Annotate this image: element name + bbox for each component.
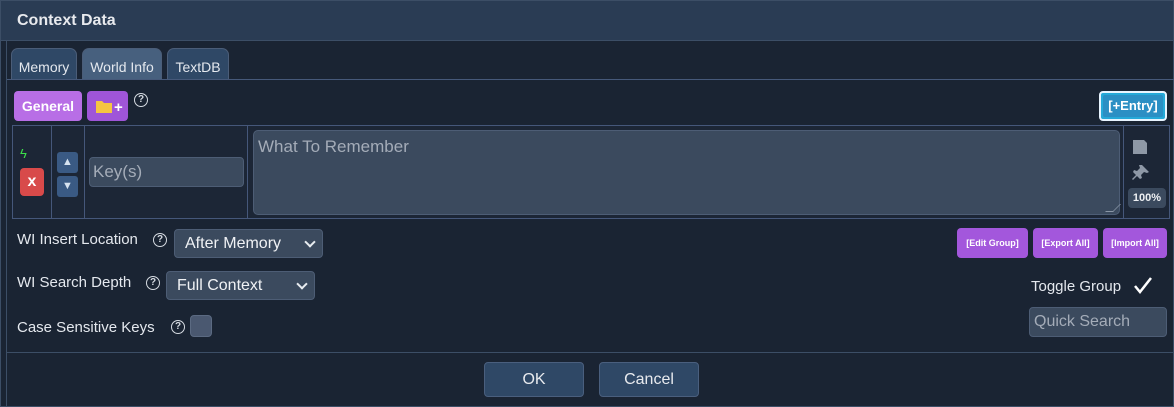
world-info-entry: ϟ x ▲ ▼ Key(s) What To Remember 100%: [12, 125, 1170, 219]
probability-badge[interactable]: 100%: [1128, 188, 1166, 208]
quick-search-input[interactable]: Quick Search: [1029, 307, 1167, 337]
search-depth-select[interactable]: Full Context: [166, 271, 315, 300]
chevron-down-icon: [304, 236, 316, 248]
dialog-titlebar[interactable]: Context Data: [1, 1, 1173, 41]
case-sensitive-checkbox[interactable]: [190, 315, 212, 337]
delete-entry-button[interactable]: x: [20, 168, 44, 196]
help-icon[interactable]: ?: [171, 320, 185, 334]
edit-group-button[interactable]: [Edit Group]: [957, 228, 1028, 258]
search-depth-value: Full Context: [177, 277, 263, 294]
entry-cell-divider: [247, 126, 248, 218]
tab-world-info[interactable]: World Info: [82, 48, 162, 80]
insert-location-label: WI Insert Location: [17, 231, 138, 248]
help-icon[interactable]: ?: [134, 93, 148, 107]
move-down-button[interactable]: ▼: [57, 176, 78, 197]
toggle-group-label: Toggle Group: [1031, 278, 1122, 295]
entry-cell-divider: [84, 126, 85, 218]
tab-memory[interactable]: Memory: [11, 48, 77, 80]
ok-button[interactable]: OK: [484, 362, 584, 397]
pin-icon[interactable]: [1132, 164, 1150, 182]
memory-textarea[interactable]: What To Remember: [253, 130, 1121, 215]
entry-cell-divider: [1123, 126, 1124, 218]
footer-divider: [7, 352, 1173, 353]
add-folder-button[interactable]: +: [87, 91, 128, 121]
key-input[interactable]: Key(s): [89, 157, 244, 187]
general-group-button[interactable]: General: [14, 91, 82, 121]
move-up-button[interactable]: ▲: [57, 152, 78, 173]
tab-textdb[interactable]: TextDB: [167, 48, 229, 80]
note-icon[interactable]: [1132, 139, 1148, 155]
constant-bolt-icon[interactable]: ϟ: [20, 146, 27, 161]
checkmark-icon: [1134, 277, 1152, 294]
help-icon[interactable]: ?: [153, 233, 167, 247]
folder-add-icon: +: [96, 99, 123, 116]
add-entry-label: [+Entry]: [1103, 95, 1163, 117]
resize-handle[interactable]: [1105, 204, 1121, 212]
context-data-dialog: Context Data Memory World Info TextDB Ge…: [0, 0, 1174, 407]
case-sensitive-label: Case Sensitive Keys: [17, 319, 155, 336]
insert-location-value: After Memory: [185, 235, 282, 252]
cancel-button[interactable]: Cancel: [599, 362, 699, 397]
import-all-button[interactable]: [Import All]: [1103, 228, 1167, 258]
dialog-title: Context Data: [17, 12, 116, 29]
export-all-button[interactable]: [Export All]: [1033, 228, 1098, 258]
toggle-group-checkbox[interactable]: [1132, 275, 1154, 297]
tab-divider: [7, 79, 1174, 80]
insert-location-select[interactable]: After Memory: [174, 229, 323, 258]
add-entry-button[interactable]: [+Entry]: [1099, 91, 1167, 121]
search-depth-label: WI Search Depth: [17, 274, 132, 291]
chevron-down-icon: [296, 278, 308, 290]
entry-cell-divider: [51, 126, 52, 218]
help-icon[interactable]: ?: [146, 276, 160, 290]
folder-plus-glyph: +: [114, 99, 123, 116]
